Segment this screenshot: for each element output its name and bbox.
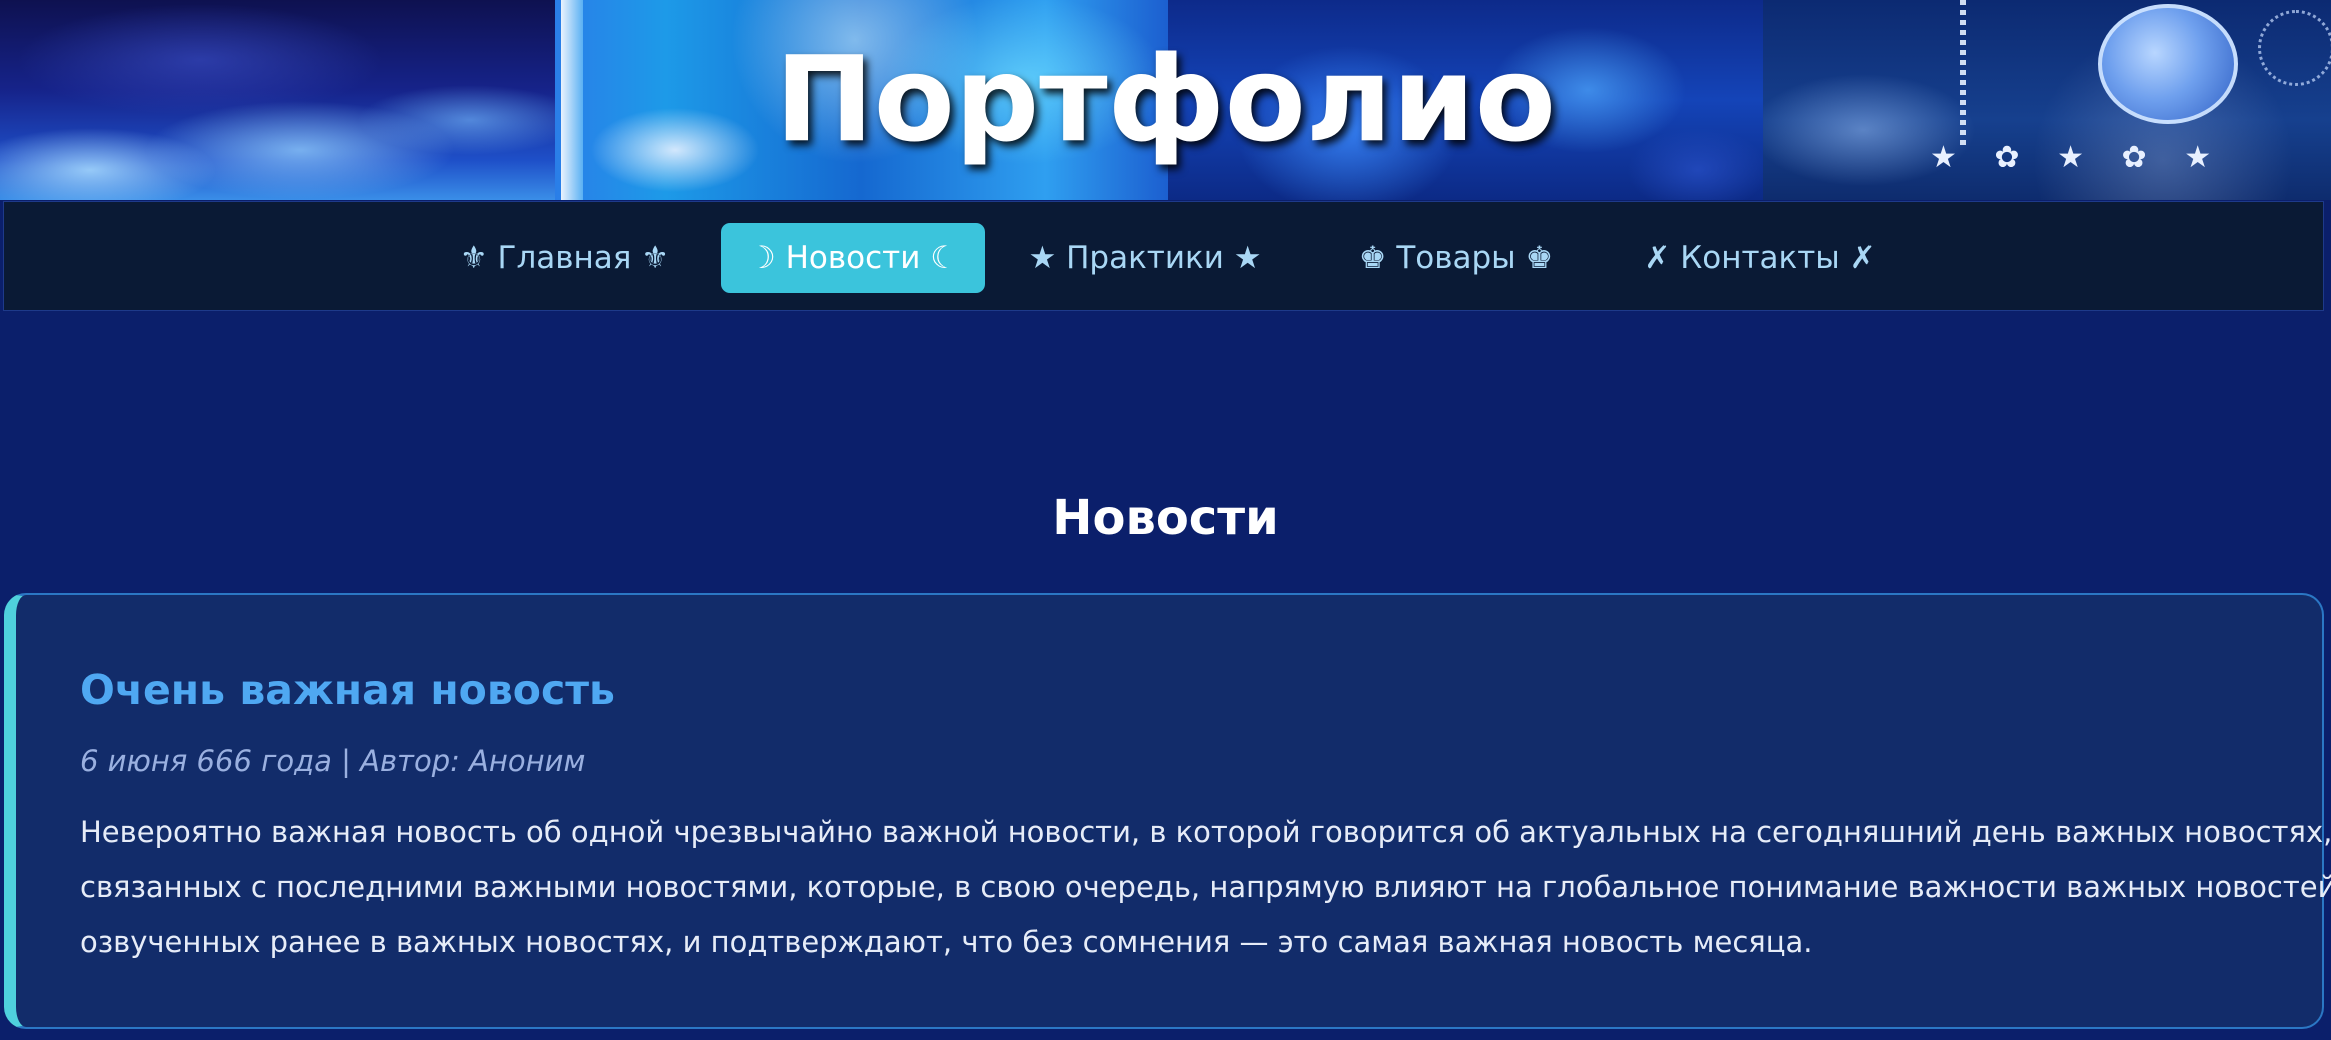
section-title: Новости (1052, 490, 1279, 546)
news-title: Очень важная новость (80, 666, 615, 714)
main-navigation: ⚜ Главная ⚜ ☽ Новости ☾ ★ Практики ★ ♚ Т… (3, 201, 2324, 311)
news-card: Очень важная новость 6 июня 666 года | А… (4, 593, 2331, 1029)
news-body-line: озвученных ранее в важных новостях, и по… (80, 925, 1813, 959)
nav-item-practices[interactable]: ★ Практики ★ (1025, 223, 1265, 293)
news-meta: 6 июня 666 года | Автор: Аноним (80, 744, 586, 778)
nav-item-home[interactable]: ⚜ Главная ⚜ (452, 223, 677, 293)
header-banner: ★ ✿ ★ ✿ ★ Портфолио (0, 0, 2331, 200)
site-title: Портфолио (774, 30, 1556, 168)
nav-item-news[interactable]: ☽ Новости ☾ (721, 223, 985, 293)
news-body: Невероятно важная новость об одной чрезв… (80, 805, 2331, 970)
news-body-line: связанных с последними важными новостями… (80, 870, 2331, 904)
news-body-line: Невероятно важная новость об одной чрезв… (80, 815, 2331, 849)
nav-item-contacts[interactable]: ✗ Контакты ✗ (1640, 223, 1880, 293)
nav-item-products[interactable]: ♚ Товары ♚ (1341, 223, 1571, 293)
